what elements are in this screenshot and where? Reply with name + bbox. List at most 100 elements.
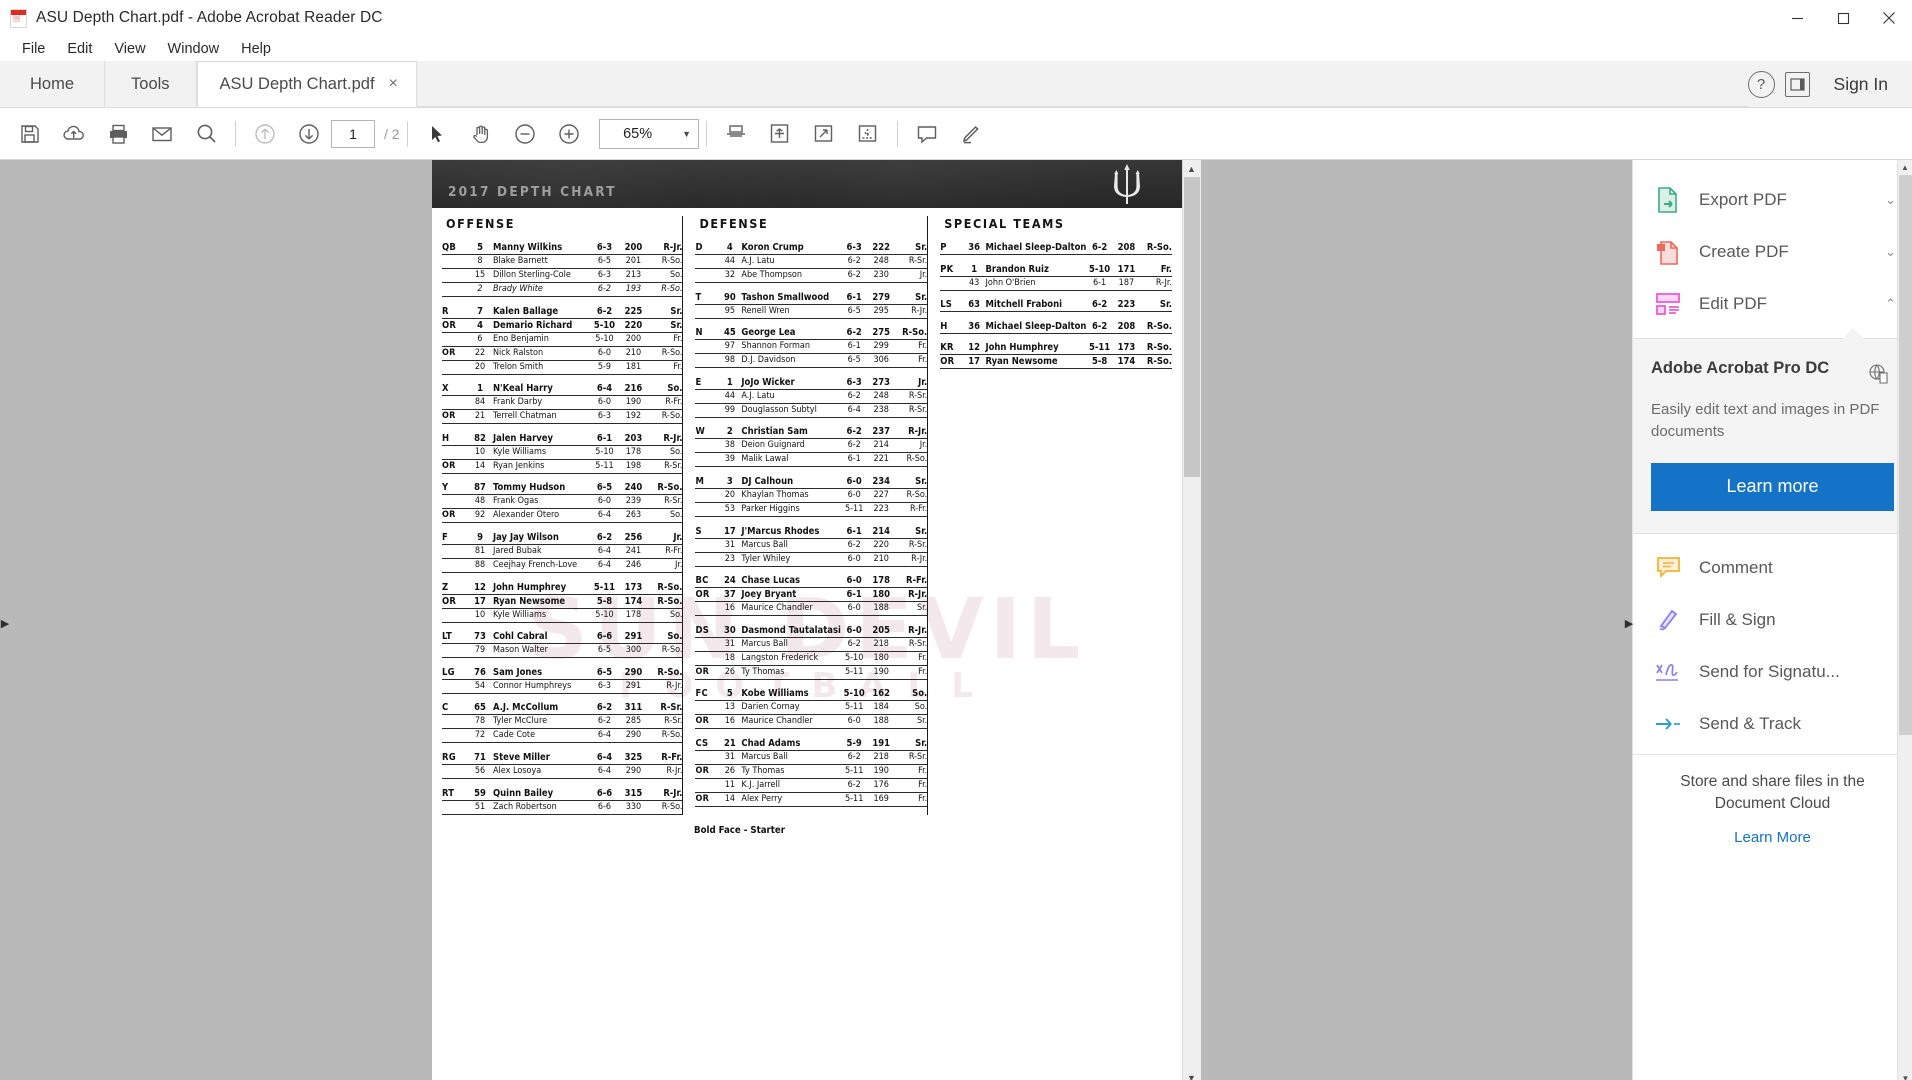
player-position (695, 601, 719, 617)
hand-tool-icon[interactable] (459, 114, 503, 154)
zoom-in-icon[interactable] (547, 114, 591, 154)
zoom-out-icon[interactable] (503, 114, 547, 154)
tool-send-and-track[interactable]: Send & Track (1633, 698, 1912, 750)
comment-icon[interactable] (905, 114, 949, 154)
tool-fill-sign[interactable]: Fill & Sign (1633, 594, 1912, 646)
player-position: OR (695, 587, 719, 603)
player-weight: 306 (867, 353, 895, 369)
player-position: D (695, 241, 719, 256)
document-cloud-learn-more-link[interactable]: Learn More (1633, 819, 1912, 846)
menu-view[interactable]: View (104, 39, 155, 59)
player-height: 6-2 (840, 425, 868, 440)
side-panel-scrollbar[interactable]: ▲ ▼ (1897, 160, 1912, 1080)
player-year: R-Jr. (894, 425, 928, 440)
zoom-level-dropdown[interactable]: 65% ▼ (598, 118, 699, 149)
fit-page-icon[interactable] (758, 114, 802, 154)
close-icon[interactable]: × (389, 75, 398, 93)
player-name: Ty Thomas (741, 764, 841, 780)
maximize-button[interactable] (1820, 0, 1866, 36)
document-scrollbar[interactable]: ▲ ▼ (1182, 160, 1201, 1080)
scroll-up-icon[interactable]: ▲ (1898, 160, 1912, 175)
collapse-panel-icon[interactable] (1784, 71, 1810, 97)
player-position: Z (442, 580, 467, 595)
player-height: 6-0 (590, 494, 619, 510)
row-spacer (442, 523, 682, 531)
search-icon[interactable] (184, 114, 228, 154)
player-weight: 311 (618, 701, 649, 716)
select-tool-icon[interactable] (415, 114, 459, 154)
player-height: 6-6 (590, 800, 619, 815)
tool-send-for-signature[interactable]: Send for Signatu... (1633, 646, 1912, 698)
scroll-down-icon[interactable]: ▼ (1182, 1069, 1201, 1080)
player-name: Alexander Otero (493, 508, 591, 524)
fullscreen-icon[interactable] (802, 114, 846, 154)
chevron-down-icon[interactable]: ⌄ (1885, 244, 1896, 260)
menu-file[interactable]: File (12, 39, 55, 59)
player-year: Sr. (894, 736, 928, 752)
player-weight: 275 (867, 326, 895, 341)
player-year: R-Jr. (648, 764, 683, 780)
menu-help[interactable]: Help (231, 39, 281, 59)
save-icon[interactable] (8, 114, 52, 154)
row-spacer (695, 566, 927, 574)
player-weight: 237 (867, 425, 895, 440)
help-icon[interactable]: ? (1747, 70, 1775, 98)
close-button[interactable] (1866, 0, 1912, 36)
player-weight: 315 (618, 786, 649, 801)
toolbar-separator (235, 120, 236, 147)
player-weight: 200 (618, 241, 649, 256)
depth-chart-row: 20 Khaylan Thomas 6-0 227 R-So. (695, 488, 928, 504)
tool-edit-pdf[interactable]: Edit PDF ⌃ (1633, 278, 1912, 330)
tab-tools[interactable]: Tools (105, 61, 197, 107)
player-year: Fr. (894, 353, 928, 369)
scroll-up-icon[interactable]: ▲ (1182, 160, 1201, 177)
player-weight: 290 (618, 665, 649, 680)
player-weight: 208 (1112, 319, 1140, 334)
tab-document[interactable]: ASU Depth Chart.pdf × (196, 61, 417, 107)
right-panel-collapse-icon[interactable]: ▶ (1624, 610, 1634, 636)
player-number: 48 (467, 494, 493, 510)
document-pane[interactable]: ▶ 2017 DEPTH CHART SUN DEVIL FOOTBALL OF… (0, 160, 1632, 1080)
learn-more-button[interactable]: Learn more (1651, 462, 1894, 511)
player-position: RG (442, 750, 467, 766)
player-year: R-So. (648, 665, 683, 680)
menu-window[interactable]: Window (158, 39, 230, 59)
player-height: 6-4 (590, 750, 619, 766)
player-year: R-So. (1139, 241, 1172, 256)
document-scroll-track[interactable] (1182, 177, 1201, 1069)
player-position: OR (940, 354, 963, 370)
page-number-input[interactable]: 1 (331, 119, 375, 148)
highlight-icon[interactable] (949, 114, 993, 154)
chevron-up-icon[interactable]: ⌃ (1885, 296, 1896, 312)
player-name: Michael Sleep-Dalton (985, 319, 1087, 334)
scroll-down-icon[interactable]: ▼ (1898, 1071, 1912, 1080)
minimize-button[interactable] (1774, 0, 1820, 36)
print-icon[interactable] (96, 114, 140, 154)
tab-home[interactable]: Home (0, 61, 106, 107)
chevron-down-icon[interactable]: ⌄ (1885, 192, 1896, 208)
menu-edit[interactable]: Edit (57, 39, 102, 59)
document-scroll-thumb[interactable] (1183, 177, 1200, 477)
email-icon[interactable] (140, 114, 184, 154)
tool-export-pdf[interactable]: Export PDF ⌄ (1633, 174, 1912, 226)
chevron-down-icon[interactable]: ▼ (676, 129, 698, 139)
sign-in-button[interactable]: Sign In (1820, 74, 1896, 95)
player-weight: 221 (867, 452, 895, 468)
player-position (442, 544, 467, 560)
left-panel-expand-icon[interactable]: ▶ (0, 610, 10, 636)
player-number: 11 (718, 778, 742, 794)
player-weight: 218 (867, 750, 895, 766)
scroll-mode-icon[interactable] (846, 114, 890, 154)
next-page-icon[interactable] (287, 114, 331, 154)
tool-create-pdf[interactable]: Create PDF ⌄ (1633, 226, 1912, 278)
depth-chart-row: 99 Douglasson Subtyl 6-4 238 R-Sr. (695, 403, 928, 418)
depth-chart-row: 48 Frank Ogas 6-0 239 R-Sr. (442, 494, 683, 510)
fit-width-icon[interactable] (714, 114, 758, 154)
player-position (695, 700, 719, 716)
previous-page-icon[interactable] (243, 114, 287, 154)
row-spacer (442, 622, 682, 630)
upload-cloud-icon[interactable] (52, 114, 96, 154)
side-panel-scroll-thumb[interactable] (1899, 175, 1912, 735)
player-weight: 188 (867, 714, 895, 730)
tool-comment[interactable]: Comment (1633, 542, 1912, 594)
